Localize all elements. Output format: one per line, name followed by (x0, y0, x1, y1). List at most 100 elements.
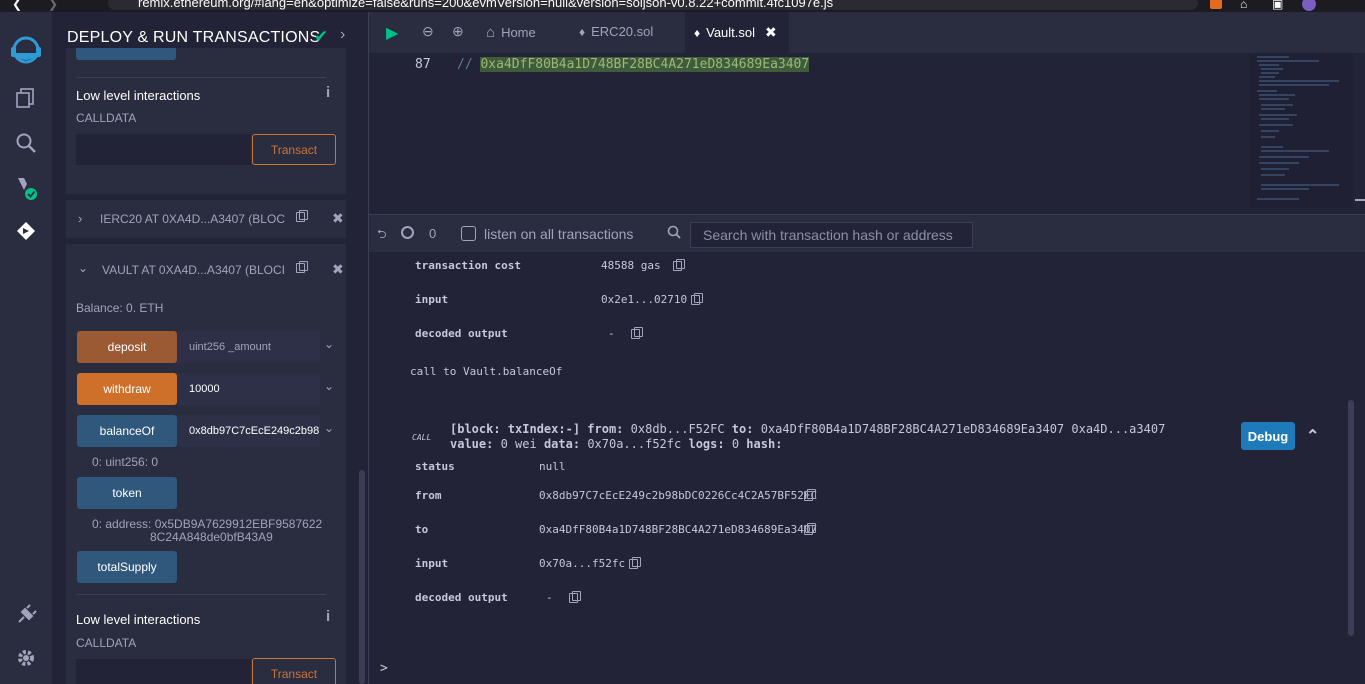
chevron-down-icon[interactable]: ⌄ (78, 261, 88, 275)
tx-to-label: to: (731, 422, 754, 436)
tx-summary-line2[interactable]: value: 0 wei data: 0x70a...f52fc logs: 0… (450, 437, 782, 451)
decoded-key: decoded output (415, 591, 508, 604)
copy-icon[interactable] (631, 327, 643, 339)
balanceof-button[interactable]: balanceOf (77, 415, 177, 447)
withdraw-amount-input[interactable]: 10000 (177, 373, 320, 405)
withdraw-button[interactable]: withdraw (77, 373, 177, 405)
transact-button[interactable]: Transact (252, 134, 336, 165)
copy-icon[interactable] (629, 557, 641, 569)
calldata-label: CALLDATA (76, 636, 137, 650)
transact-button[interactable]: Transact (252, 658, 336, 684)
info-icon[interactable]: i (326, 84, 330, 101)
vault-balance: Balance: 0. ETH (76, 301, 164, 315)
settings-icon[interactable] (12, 644, 40, 672)
close-icon[interactable]: ✖ (332, 261, 344, 278)
tx-block: [block: txIndex:-] (450, 422, 581, 436)
copy-icon[interactable] (691, 293, 703, 305)
listen-checkbox[interactable] (461, 226, 476, 241)
token-button[interactable]: token (77, 477, 177, 509)
tab-vault[interactable]: ♦ Vault.sol ✖ (694, 24, 777, 41)
copy-icon[interactable] (804, 523, 816, 535)
plugin-manager-icon[interactable] (12, 601, 40, 629)
copy-icon[interactable] (296, 261, 308, 273)
listen-label: listen on all transactions (484, 226, 634, 242)
deploy-run-icon[interactable] (12, 217, 40, 245)
chevron-down-icon[interactable]: ⌄ (324, 337, 334, 351)
tab-home[interactable]: ⌂ Home (486, 24, 536, 41)
editor-minimap[interactable] (1249, 53, 1353, 208)
extension-icon[interactable] (1210, 0, 1222, 9)
tx-search-input[interactable]: Search with transaction hash or address (690, 222, 973, 248)
deposit-amount-input[interactable]: uint256 _amount (177, 331, 320, 363)
back-icon[interactable]: ❮ (12, 0, 22, 11)
tx-summary-line1[interactable]: [block: txIndex:-] from: 0x8db...F52FC t… (450, 422, 1165, 436)
minimap-preview (1257, 56, 1339, 200)
remix-logo-icon[interactable] (6, 30, 46, 70)
info-icon[interactable]: i (326, 608, 330, 625)
balanceof-address-input[interactable]: 0x8db97C7cEcE249c2b98 (177, 415, 320, 447)
tx-cost-key: transaction cost (415, 259, 521, 272)
balanceof-result: 0: uint256: 0 (92, 455, 159, 469)
ierc20-label: IERC20 AT 0XA4D...A3407 (BLOC (100, 212, 285, 226)
to-value: 0xa4DfF80B4a1D748BF28BC4A271eD834689Ea34… (539, 523, 818, 536)
copy-icon[interactable] (673, 259, 685, 271)
token-result-line1: 0: address: 0x5DB9A7629912EBF9587622 (92, 517, 323, 531)
window-icon[interactable]: ▣ (1272, 0, 1283, 11)
chevron-right-icon[interactable]: › (340, 26, 345, 44)
forward-icon[interactable]: ❯ (48, 0, 58, 11)
calldata-input[interactable] (76, 134, 251, 165)
tx-logs-label: logs: (688, 437, 725, 451)
chevron-right-icon[interactable]: › (78, 211, 82, 226)
chevron-up-icon[interactable]: ⌃ (1306, 426, 1319, 446)
terminal-toolbar: ⮌ 0 listen on all transactions Search wi… (369, 214, 1365, 252)
terminal-scrollbar[interactable] (1348, 400, 1354, 636)
chevron-down-icon[interactable]: ⌄ (324, 379, 334, 393)
tx-logs: 0 (731, 437, 740, 451)
copy-icon[interactable] (804, 489, 816, 501)
tab-home-label: Home (501, 25, 536, 40)
clear-terminal-icon[interactable] (401, 226, 414, 239)
search-icon (667, 225, 681, 244)
file-explorer-icon[interactable] (12, 84, 40, 112)
chevron-down-icon[interactable]: ⌄ (324, 421, 334, 435)
solidity-file-icon: ♦ (694, 25, 701, 40)
debug-button[interactable]: Debug (1241, 422, 1295, 450)
totalsupply-button[interactable]: totalSupply (77, 551, 177, 583)
terminal-prompt[interactable]: > (380, 661, 388, 676)
panel-scrollbar[interactable] (359, 470, 365, 684)
pending-tx-count: 0 (429, 226, 437, 241)
close-tab-icon[interactable]: ✖ (765, 24, 777, 41)
call-badge: CALL (412, 433, 432, 442)
copy-icon[interactable] (569, 591, 581, 603)
run-icon[interactable]: ▶ (386, 23, 398, 43)
copy-icon[interactable] (296, 210, 308, 222)
editor-scroll-indicator (1355, 199, 1365, 201)
profile-avatar-icon[interactable] (1302, 0, 1316, 11)
browser-toolbar: ❮ ❯ remix.ethereum.org/#lang=en&optimize… (0, 0, 1365, 12)
code-comment: // 0xa4DfF80B4a1D748BF28BC4A271eD834689E… (457, 57, 810, 72)
search-icon[interactable] (12, 129, 40, 157)
address-bar[interactable]: remix.ethereum.org/#lang=en&optimize=fal… (108, 0, 1198, 10)
icon-sidebar (0, 12, 52, 684)
zoom-out-icon[interactable]: ⊖ (422, 23, 434, 40)
from-key: from (415, 489, 442, 502)
low-level-title: Low level interactions (76, 88, 201, 103)
calldata-input[interactable] (76, 659, 251, 684)
comment-prefix: // (457, 57, 481, 72)
truncated-button[interactable] (76, 48, 176, 60)
tab-erc20[interactable]: ♦ ERC20.sol (579, 24, 653, 39)
tx-hash-label: hash: (746, 437, 783, 451)
puzzle-icon[interactable]: ⌂ (1240, 0, 1247, 11)
tx-decoded-value: - (608, 327, 615, 340)
close-icon[interactable]: ✖ (332, 210, 344, 227)
low-level-interactions-card: Low level interactions i CALLDATA Transa… (66, 594, 346, 684)
collapse-terminal-icon[interactable]: ⮌ (377, 225, 387, 246)
tx-decoded-key: decoded output (415, 327, 508, 340)
code-editor[interactable]: 87 // 0xa4DfF80B4a1D748BF28BC4A271eD8346… (369, 53, 1365, 214)
comment-address: 0xa4DfF80B4a1D748BF28BC4A271eD834689Ea34… (480, 57, 810, 72)
solidity-compiler-icon[interactable] (12, 174, 40, 202)
deposit-button[interactable]: deposit (77, 331, 177, 363)
zoom-in-icon[interactable]: ⊕ (452, 23, 464, 40)
token-result-line2: 8C24A848de0bfB43A9 (150, 530, 273, 544)
divider (76, 77, 326, 78)
